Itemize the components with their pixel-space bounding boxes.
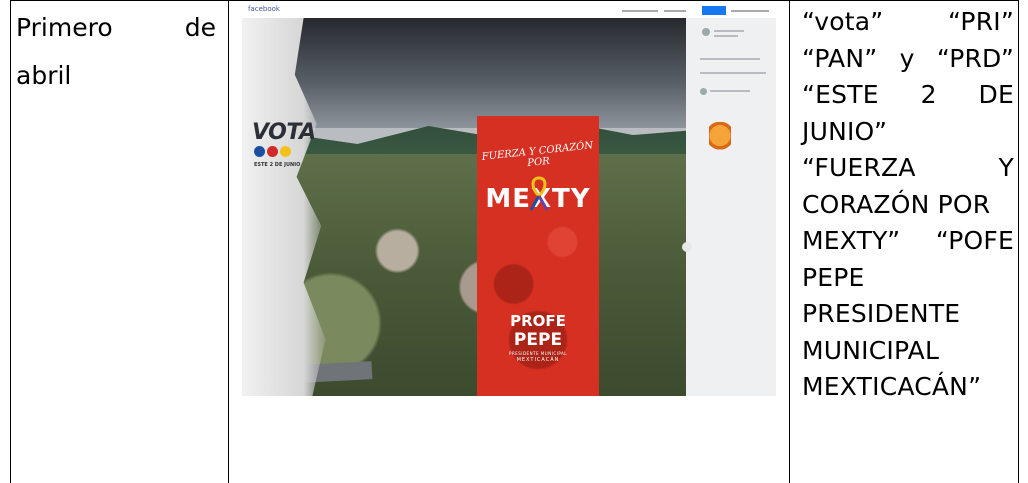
text-mexticacan: MEXTICACÁN” (802, 372, 982, 401)
facebook-sidebar (686, 18, 776, 396)
poster-date-text: ESTE 2 DE JUNIO (254, 162, 301, 168)
date-cell: Primero de abril (16, 4, 216, 100)
poster-presidente-text: PRESIDENTE MUNICIPAL (509, 351, 567, 356)
party-logos (254, 146, 291, 157)
text-y2: Y (998, 153, 1014, 182)
sidebar-line (700, 58, 760, 60)
text-corazon-por: CORAZÓN POR (802, 189, 991, 219)
text-mexty: MEXTY” (802, 226, 901, 255)
sticker-icon (709, 122, 731, 156)
table-left-border (10, 0, 11, 483)
profile-avatar-icon (702, 28, 710, 36)
text-pofe: “POFE (935, 226, 1014, 255)
column-divider-2 (789, 0, 790, 483)
date-word-de: de (184, 13, 216, 42)
ribbon-icon (529, 176, 549, 211)
prd-logo-icon (280, 146, 291, 157)
sidebar-line (714, 35, 738, 37)
facebook-header-link-3 (731, 10, 769, 12)
text-pepe: PEPE (802, 262, 865, 292)
facebook-logo: facebook (248, 5, 280, 13)
text-y: y (899, 43, 915, 73)
table-top-border (10, 0, 1018, 1)
evidence-table: Primero de abril facebook VOTA ESTE 2 DE… (0, 0, 1028, 483)
poster-pepe-text: PEPE (513, 330, 563, 350)
sidebar-line (700, 72, 766, 74)
facebook-post-photo: facebook VOTA ESTE 2 DE JUNIO FUERZA Y C… (242, 4, 776, 396)
facebook-top-bar: facebook (242, 4, 776, 18)
text-2: 2 (920, 80, 937, 109)
poster-mexticacan-text: MEXTICACÁN (516, 357, 560, 363)
poster-profe-text: PROFE (510, 312, 566, 330)
commenter-avatar-icon (700, 88, 707, 95)
facebook-header-link-2 (664, 10, 686, 12)
facebook-login-button (702, 6, 726, 15)
sidebar-line (714, 30, 744, 32)
text-fuerza: “FUERZA (802, 153, 916, 182)
text-junio: JUNIO” (802, 116, 888, 146)
column-divider-1 (228, 0, 229, 483)
date-word-primero: Primero (16, 13, 113, 42)
sidebar-line (710, 90, 750, 92)
text-prd: “PRD” (936, 43, 1014, 73)
text-vota: “vota” (802, 7, 884, 36)
text-de: DE (978, 80, 1014, 109)
text-municipal: MUNICIPAL (802, 335, 940, 365)
poster-vota-text: VOTA (252, 120, 316, 145)
poster-red-panel: FUERZA Y CORAZÓN POR MEXTY PROFE PEPE PR… (477, 116, 599, 396)
text-pri: “PRI” (948, 7, 1014, 36)
description-cell: “vota” “PRI” “PAN” y “PRD” “ESTE 2 DE JUNIO” … (802, 4, 1014, 406)
pan-logo-icon (254, 146, 265, 157)
pri-logo-icon (267, 146, 278, 157)
facebook-header-link-1 (622, 10, 658, 12)
next-arrow-icon (682, 242, 692, 252)
table-right-border (1018, 0, 1019, 483)
text-pan: “PAN” (802, 43, 878, 73)
date-word-abril: abril (16, 61, 72, 90)
text-este: “ESTE (802, 80, 879, 109)
text-presidente: PRESIDENTE (802, 299, 961, 328)
